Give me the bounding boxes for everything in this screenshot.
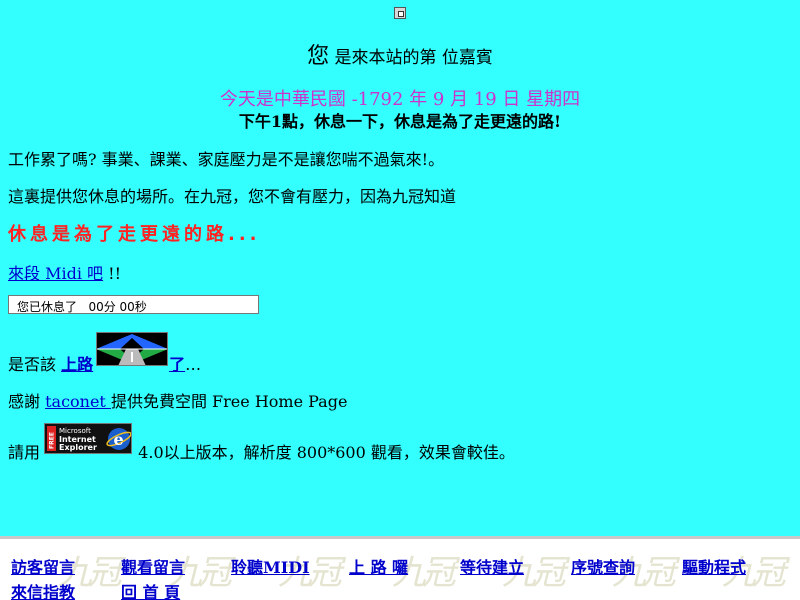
browser-prefix: 請用 [8,443,46,462]
nav-guestbook-view[interactable]: 觀看留言 [121,554,185,578]
counter-image [394,7,406,19]
badge-free-text: FREE [49,432,56,449]
badge-microsoft-text: Microsoft [59,427,91,435]
nav-guestbook-sign[interactable]: 訪客留言 [11,554,75,578]
road-link-text-2: 了 [169,355,186,374]
road-icon [96,332,168,366]
visitor-line: 您 是來本站的第 位嘉賓 [0,38,800,70]
intro-paragraph-2: 這裏提供您休息的場所。在九冠，您不會有壓力，因為九冠知道 [8,187,457,206]
footer-nav-bar: 九冠 九冠 九冠 九冠 九冠 九冠 九冠 訪客留言 觀看留言 聆聽MIDI 上 … [0,536,800,600]
greeting: 下午1點，休息一下，休息是為了走更遠的路! [238,112,562,131]
slogan: 休息是為了走更遠的路... [8,224,261,245]
thanks-prefix: 感謝 [8,392,46,411]
nav-listen-midi[interactable]: 聆聽MIDI [231,554,310,578]
midi-link[interactable]: 來段 Midi 吧 [8,264,103,283]
internet-explorer-icon: FREE Microsoft Internet Explorer e [45,424,132,453]
badge-explorer-text: Explorer [59,443,97,452]
road-prefix: 是否該 [8,355,62,374]
thanks-suffix: 提供免費空間 Free Home Page [110,392,348,411]
nav-serial-lookup[interactable]: 序號查詢 [571,554,635,578]
nav-pending[interactable]: 等待建立 [460,554,524,578]
road-link-text: 上路 [61,355,94,374]
nav-go-road[interactable]: 上 路 囉 [349,554,408,578]
nav-contact[interactable]: 來信指教 [11,579,75,600]
road-image-link[interactable] [96,332,168,366]
rest-timer-field: 您已休息了 00分 00秒 [8,295,259,314]
intro-paragraph-1: 工作累了嗎? 事業、課業、家庭壓力是不是讓您喘不過氣來!。 [8,150,445,169]
midi-line: 來段 Midi 吧 !! [8,260,121,284]
badge-e-text: e [114,430,124,449]
road-suffix: … [185,355,202,374]
ie-download-badge[interactable]: FREE Microsoft Internet Explorer e [44,423,132,454]
taconet-link[interactable]: taconet [45,392,111,411]
nav-drivers[interactable]: 驅動程式 [682,554,746,578]
main-content: 您 是來本站的第 位嘉賓 今天是中華民國 -1792 年 9 月 19 日 星期… [0,0,800,536]
visitor-big-char: 您 [307,44,330,69]
nav-home[interactable]: 回 首 頁 [121,579,180,600]
thanks-line: 感謝 taconet 提供免費空間 Free Home Page [8,388,347,412]
midi-suffix: !! [103,264,121,283]
browser-suffix: 4.0以上版本，解析度 800*600 觀看，效果會較佳。 [133,443,515,462]
visitor-text: 是來本站的第 位嘉賓 [334,48,493,68]
